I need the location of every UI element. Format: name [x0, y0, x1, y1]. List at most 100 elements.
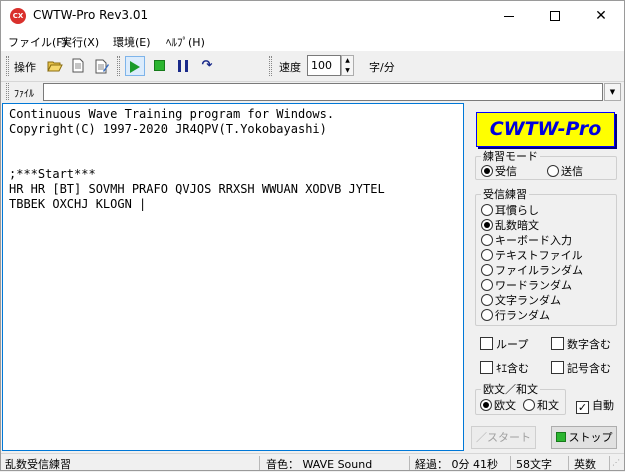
- text-line: ;***Start***: [9, 167, 96, 181]
- training-text-area[interactable]: Continuous Wave Training program for Win…: [2, 103, 464, 451]
- text-line: TBBEK OXCHJ KLOGN |: [9, 197, 147, 211]
- receive-option-line-random[interactable]: 行ランダム: [481, 307, 550, 323]
- cwtw-pro-logo: CWTW-Pro: [476, 112, 615, 147]
- speed-input[interactable]: 100: [307, 55, 341, 76]
- practice-mode-legend: 練習モード: [483, 150, 538, 163]
- menu-environment[interactable]: 環境(E): [113, 34, 151, 50]
- toolbar-grip-3[interactable]: [269, 56, 272, 76]
- receive-option-random-code[interactable]: 乱数暗文: [481, 217, 539, 233]
- status-separator: [609, 456, 610, 470]
- menu-file[interactable]: ファイル(F): [8, 34, 67, 50]
- edit-document-button[interactable]: [92, 56, 112, 76]
- resize-grip-icon[interactable]: ⋰: [612, 458, 620, 467]
- open-folder-icon: [47, 61, 63, 72]
- receive-option-word-random[interactable]: ワードランダム: [481, 277, 572, 293]
- speed-unit: 字/分: [369, 61, 395, 74]
- status-tone: 音色： WAVE Sound: [266, 458, 373, 471]
- receive-practice-legend: 受信練習: [483, 188, 527, 201]
- file-select[interactable]: [43, 83, 603, 101]
- text-line: Copyright(C) 1997-2020 JR4QPV(T.Yokobaya…: [9, 122, 327, 136]
- file-bar: ﾌｧｲﾙ ▼: [1, 81, 624, 101]
- radio-icon: [481, 279, 493, 291]
- app-window: CX CWTW-Pro Rev3.01 ✕ ファイル(F) 実行(X) 環境(E…: [0, 0, 625, 471]
- spin-up-icon[interactable]: ▲: [342, 56, 353, 66]
- lang-japanese-radio[interactable]: 和文: [523, 397, 559, 413]
- text-line: Continuous Wave Training program for Win…: [9, 107, 335, 121]
- operation-label: 操作: [14, 61, 36, 74]
- filebar-grip[interactable]: [6, 83, 9, 100]
- start-button[interactable]: ／スタート: [471, 426, 536, 449]
- menu-help[interactable]: ﾍﾙﾌﾟ(H): [166, 34, 205, 50]
- stop-action-button[interactable]: ストップ: [551, 426, 617, 449]
- checkbox-icon: [551, 361, 564, 374]
- mode-receive-radio[interactable]: 受信: [481, 163, 517, 179]
- chevron-down-icon: ▼: [609, 88, 616, 96]
- radio-icon: [547, 165, 559, 177]
- receive-option-ear[interactable]: 耳慣らし: [481, 202, 539, 218]
- file-label: ﾌｧｲﾙ: [14, 89, 34, 100]
- status-mode: 乱数受信練習: [5, 458, 71, 471]
- speed-spinner[interactable]: ▲ ▼: [341, 55, 354, 76]
- receive-option-char-random[interactable]: 文字ランダム: [481, 292, 561, 308]
- radio-icon: [481, 234, 493, 246]
- radio-icon: [481, 264, 493, 276]
- receive-option-label: ワードランダム: [495, 279, 572, 292]
- file-dropdown-button[interactable]: ▼: [604, 83, 621, 101]
- numbers-checkbox[interactable]: 数字含む: [551, 336, 611, 352]
- play-button[interactable]: [125, 56, 145, 76]
- auto-checkbox[interactable]: ✓ 自動: [576, 397, 614, 414]
- radio-icon: [481, 249, 493, 261]
- status-separator: [510, 456, 511, 470]
- stop-button[interactable]: [149, 56, 169, 76]
- checkbox-icon: [480, 337, 493, 350]
- status-separator: [568, 456, 569, 470]
- auto-label: 自動: [592, 399, 614, 412]
- checkbox-icon: [551, 337, 564, 350]
- maximize-button[interactable]: [532, 1, 578, 31]
- receive-option-text-file[interactable]: テキストファイル: [481, 247, 583, 263]
- status-elapsed: 経過： 0分 41秒: [415, 458, 498, 471]
- menu-bar: ファイル(F) 実行(X) 環境(E) ﾍﾙﾌﾟ(H): [1, 31, 624, 51]
- receive-option-label: 文字ランダム: [495, 294, 561, 307]
- kana-label: ｷｴ含む: [496, 362, 529, 375]
- radio-selected-icon: [480, 399, 492, 411]
- text-line: [9, 152, 457, 167]
- mode-send-radio[interactable]: 送信: [547, 163, 583, 179]
- status-separator: [259, 456, 260, 470]
- kana-checkbox[interactable]: ｷｴ含む: [480, 360, 529, 376]
- radio-icon: [523, 399, 535, 411]
- menu-run[interactable]: 実行(X): [61, 34, 99, 50]
- pause-button[interactable]: [173, 56, 193, 76]
- spin-down-icon[interactable]: ▼: [342, 66, 353, 76]
- receive-option-file-random[interactable]: ファイルランダム: [481, 262, 583, 278]
- symbols-checkbox[interactable]: 記号含む: [551, 360, 611, 376]
- radio-selected-icon: [481, 165, 493, 177]
- close-button[interactable]: ✕: [578, 1, 624, 31]
- edit-document-icon: [95, 59, 109, 74]
- play-icon: [130, 61, 140, 73]
- lang-japanese-label: 和文: [537, 399, 559, 412]
- radio-selected-icon: [481, 219, 493, 231]
- minimize-icon: [504, 15, 514, 17]
- symbols-label: 記号含む: [567, 362, 611, 375]
- window-title: CWTW-Pro Rev3.01: [33, 8, 149, 22]
- toolbar-grip-2[interactable]: [117, 56, 120, 76]
- status-bar: 乱数受信練習 音色： WAVE Sound 経過： 0分 41秒 58文字 英数…: [1, 453, 624, 471]
- minimize-button[interactable]: [486, 1, 532, 31]
- receive-option-label: 耳慣らし: [495, 204, 539, 217]
- lang-english-label: 欧文: [494, 399, 516, 412]
- open-folder-button[interactable]: [45, 56, 65, 76]
- start-icon: ／: [476, 431, 487, 444]
- loop-checkbox[interactable]: ループ: [480, 336, 528, 352]
- receive-option-label: テキストファイル: [495, 249, 583, 262]
- new-document-button[interactable]: [68, 56, 88, 76]
- checkmark-icon: ✓: [576, 401, 589, 414]
- receive-option-keyboard[interactable]: キーボード入力: [481, 232, 572, 248]
- toolbar-grip[interactable]: [6, 56, 9, 76]
- repeat-button[interactable]: ↷: [197, 56, 217, 76]
- lang-english-radio[interactable]: 欧文: [480, 397, 516, 413]
- app-icon: CX: [10, 8, 26, 24]
- numbers-label: 数字含む: [567, 338, 611, 351]
- receive-option-label: 乱数暗文: [495, 219, 539, 232]
- mode-receive-label: 受信: [495, 165, 517, 178]
